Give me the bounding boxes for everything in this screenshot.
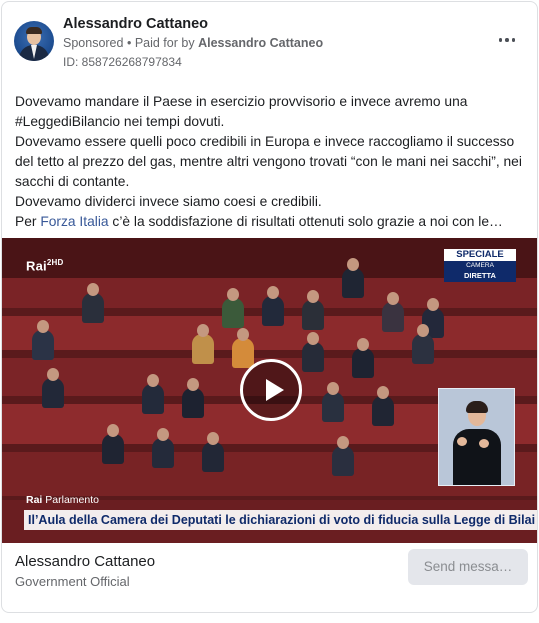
paid-for-name: Alessandro Cattaneo	[198, 36, 324, 50]
post-line: sacchi di contante.	[15, 174, 130, 189]
rai-channel-logo: Rai2HD	[26, 258, 64, 274]
video-player[interactable]: Rai2HD SPECIALE CAMERA DIRETTA Rai Parla…	[2, 238, 537, 543]
paid-for-prefix: Paid for by	[134, 36, 195, 50]
post-text-prefix: Per	[15, 214, 37, 229]
news-ticker: Il’Aula della Camera dei Deputati le dic…	[24, 510, 537, 530]
post-text-rest: c’è la soddisfazione di risultati ottenu…	[112, 214, 503, 229]
sign-language-interpreter	[438, 388, 515, 486]
post-line: Dovevamo essere quelli poco credibili in…	[15, 134, 515, 149]
badge-live: DIRETTA	[444, 270, 516, 282]
advertiser-avatar[interactable]	[14, 21, 54, 61]
footer-page-category: Government Official	[15, 574, 130, 589]
badge-title: SPECIALE	[444, 249, 516, 261]
ad-card: Alessandro Cattaneo Sponsored • Paid for…	[1, 1, 538, 613]
badge-subtitle: CAMERA	[444, 261, 516, 270]
post-line: Dovevamo dividerci invece siamo coesi e …	[15, 194, 322, 209]
footer-page-name[interactable]: Alessandro Cattaneo	[15, 553, 155, 570]
more-options-icon[interactable]	[495, 32, 519, 48]
post-line: #LeggediBilancio nei tempi dovuti.	[15, 114, 225, 129]
sponsored-label: Sponsored	[63, 36, 124, 50]
ad-id: ID: 858726268797834	[63, 55, 182, 69]
separator-dot: •	[126, 36, 135, 50]
advertiser-name[interactable]: Alessandro Cattaneo	[63, 16, 208, 32]
sponsored-info: Sponsored • Paid for by Alessandro Catta…	[63, 36, 323, 50]
forza-italia-link[interactable]: Forza Italia	[40, 214, 108, 229]
post-line: del tetto al prezzo del gas, mentre altr…	[15, 154, 522, 169]
post-line: Dovevamo mandare il Paese in esercizio p…	[15, 94, 468, 109]
post-text: Dovevamo mandare il Paese in esercizio p…	[15, 92, 530, 232]
post-line: Per Forza Italia c’è la soddisfazione di…	[15, 212, 530, 232]
live-badge: SPECIALE CAMERA DIRETTA	[444, 249, 516, 283]
ticker-brand: Rai Parlamento	[26, 494, 99, 506]
send-message-button[interactable]: Send messa…	[408, 549, 528, 585]
play-icon[interactable]	[240, 359, 302, 421]
